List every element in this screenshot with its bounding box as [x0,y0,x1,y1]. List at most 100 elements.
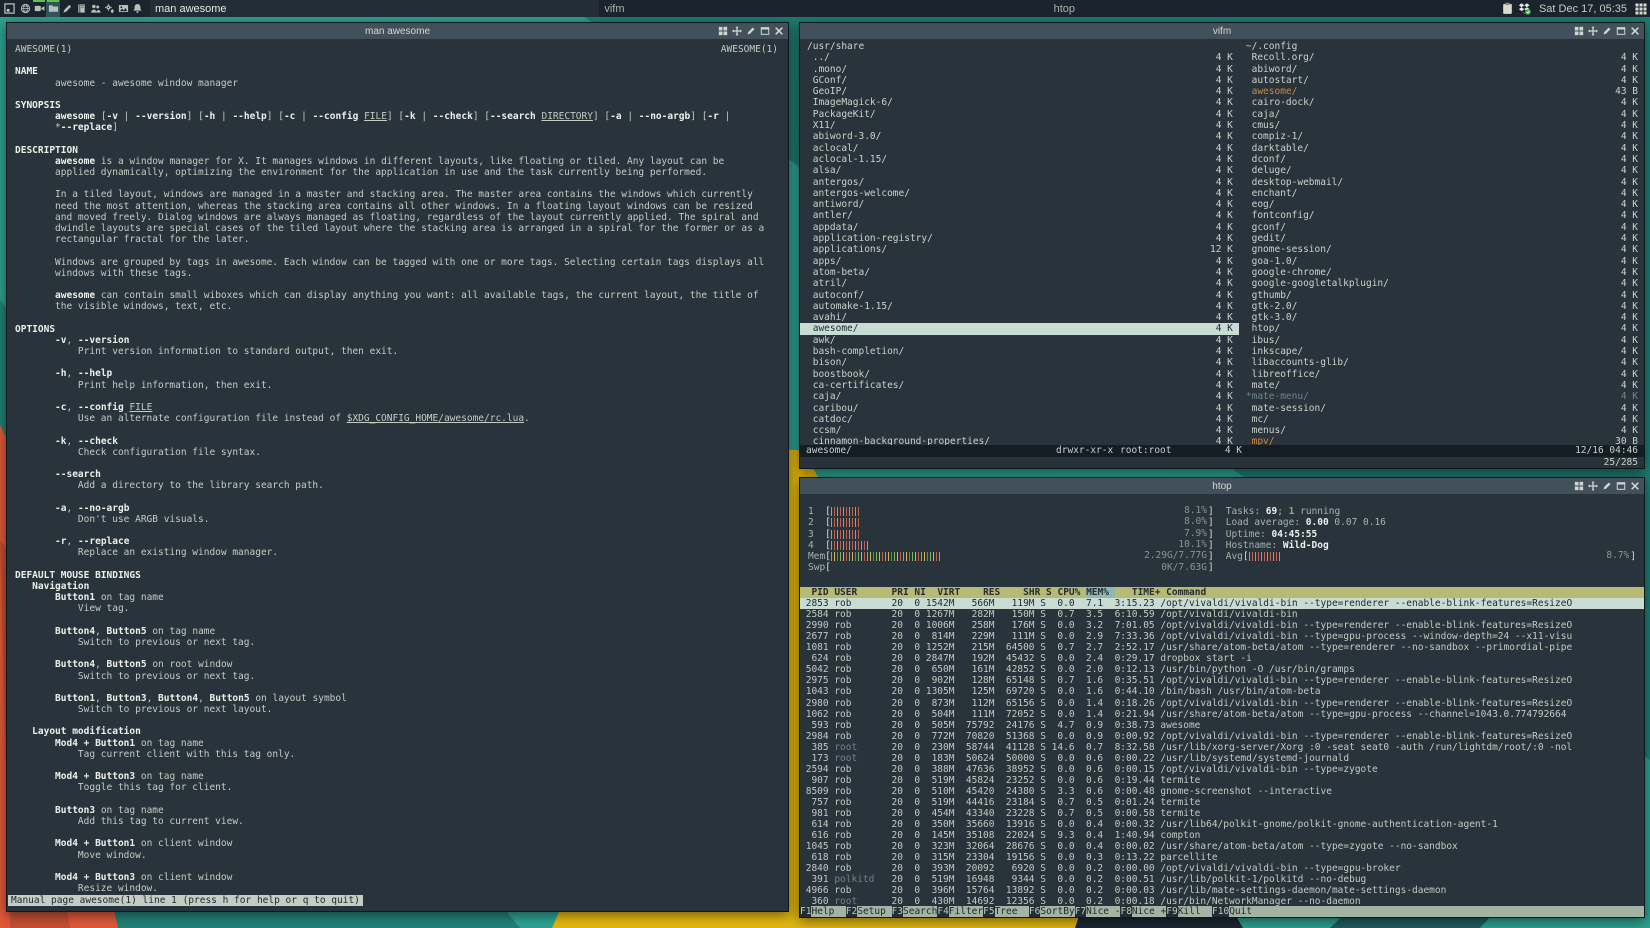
tag-globe[interactable] [18,0,32,17]
file-row[interactable]: ../4 K [800,52,1239,63]
close-button[interactable] [1630,26,1640,36]
file-row[interactable]: aclocal-1.15/4 K [800,154,1239,165]
tag-folder[interactable] [46,0,60,17]
file-row[interactable]: awesome/43 B [1239,86,1644,97]
process-row[interactable]: 2990 rob 20 0 1006M 258M 176M S 0.0 3.2 … [800,620,1644,631]
file-row[interactable]: applications/12 K [800,244,1239,255]
file-row[interactable]: abiword-3.0/4 K [800,131,1239,142]
fkey-f2[interactable]: F2 Setup [846,905,892,917]
file-row[interactable]: mpv/30 B [1239,436,1644,445]
fkey-f5[interactable]: F5 Tree [983,905,1029,917]
file-row[interactable]: avahi/4 K [800,312,1239,323]
fkey-f7[interactable]: F7 Nice - [1075,905,1121,917]
file-row[interactable]: inkscape/4 K [1239,346,1644,357]
column-header-pid[interactable]: PID [800,587,834,598]
process-row[interactable]: 2840 rob 20 0 393M 20092 6920 S 0.0 0.2 … [800,863,1644,874]
column-header-mem[interactable]: MEM% [1086,586,1115,599]
file-row[interactable]: deluge/4 K [1239,165,1644,176]
ontop-button[interactable] [732,26,742,36]
process-row[interactable]: 173 root 20 0 183M 50624 50000 S 0.0 0.6… [800,753,1644,764]
tag-book[interactable] [74,0,88,17]
file-row[interactable]: goa-1.0/4 K [1239,256,1644,267]
process-row[interactable]: 616 rob 20 0 145M 35108 22024 S 9.3 0.4 … [800,830,1644,841]
file-row[interactable]: Recoll.org/4 K [1239,52,1644,63]
tag-gears[interactable] [102,0,116,17]
file-row[interactable]: GConf/4 K [800,75,1239,86]
file-row[interactable]: alsa/4 K [800,165,1239,176]
file-row[interactable]: darktable/4 K [1239,143,1644,154]
file-row[interactable]: aclocal/4 K [800,143,1239,154]
tag-pencil[interactable] [60,0,74,17]
taskbar-item[interactable]: htop [1049,0,1498,17]
file-row[interactable]: atril/4 K [800,278,1239,289]
fkey-f1[interactable]: F1 Help [800,905,846,917]
file-row[interactable]: caja/4 K [1239,109,1644,120]
file-row[interactable]: eog/4 K [1239,199,1644,210]
file-row[interactable]: libreoffice/4 K [1239,369,1644,380]
column-header-virt[interactable]: VIRT [932,587,966,598]
sticky-button[interactable] [1602,481,1612,491]
process-row[interactable]: 618 rob 20 0 315M 23304 19156 S 0.0 0.3 … [800,852,1644,863]
dropbox-icon[interactable] [1518,2,1531,15]
file-row[interactable]: antergos-welcome/4 K [800,188,1239,199]
file-row[interactable]: gconf/4 K [1239,222,1644,233]
awesome-menu-icon[interactable] [0,0,18,17]
close-button[interactable] [774,26,784,36]
process-row[interactable]: 1043 rob 20 0 1305M 125M 69720 S 0.0 1.6… [800,686,1644,697]
file-row[interactable]: application-registry/4 K [800,233,1239,244]
file-row[interactable]: awk/4 K [800,335,1239,346]
column-header-pri[interactable]: PRI [892,587,915,598]
file-row[interactable]: *mate-menu/4 K [1239,391,1644,402]
file-row[interactable]: cinnamon-background-properties/4 K [800,436,1239,445]
file-row[interactable]: fontconfig/4 K [1239,210,1644,221]
file-row[interactable]: boostbook/4 K [800,369,1239,380]
fkey-f3[interactable]: F3 Search [892,905,938,917]
process-row[interactable]: 2584 rob 20 0 1267M 282M 150M S 0.7 3.5 … [800,609,1644,620]
file-row[interactable]: ccsm/4 K [800,425,1239,436]
process-row[interactable]: 624 rob 20 0 2847M 192M 45432 S 0.0 2.4 … [800,653,1644,664]
maximize-button[interactable] [760,26,770,36]
column-header-s[interactable]: S [1046,587,1057,598]
ontop-button[interactable] [1588,481,1598,491]
layout-indicator-icon[interactable] [1632,0,1650,17]
file-row[interactable]: enchant/4 K [1239,188,1644,199]
file-row[interactable]: cairo-dock/4 K [1239,97,1644,108]
file-row[interactable]: appdata/4 K [800,222,1239,233]
file-row[interactable]: antler/4 K [800,210,1239,221]
process-row[interactable]: 1081 rob 20 0 1252M 215M 64500 S 0.7 2.7… [800,642,1644,653]
file-row[interactable]: caja/4 K [800,391,1239,402]
file-row[interactable]: desktop-webmail/4 K [1239,177,1644,188]
process-row[interactable]: 4966 rob 20 0 396M 15764 13892 S 0.0 0.2… [800,885,1644,896]
sticky-button[interactable] [1602,26,1612,36]
file-row[interactable]: ca-certificates/4 K [800,380,1239,391]
file-row[interactable]: automake-1.15/4 K [800,301,1239,312]
column-header-ni[interactable]: NI [914,587,931,598]
file-row[interactable]: antergos/4 K [800,177,1239,188]
file-row[interactable]: autoconf/4 K [800,290,1239,301]
tag-image[interactable] [116,0,130,17]
file-row[interactable]: google-googletalkplugin/4 K [1239,278,1644,289]
file-row[interactable]: caribou/4 K [800,403,1239,414]
file-row[interactable]: apps/4 K [800,256,1239,267]
process-row[interactable]: 2677 rob 20 0 814M 229M 111M S 0.0 2.9 7… [800,631,1644,642]
file-row[interactable]: gthumb/4 K [1239,290,1644,301]
file-row[interactable]: atom-beta/4 K [800,267,1239,278]
column-header-time[interactable]: TIME+ [1115,587,1166,598]
file-row[interactable]: catdoc/4 K [800,414,1239,425]
process-row[interactable]: 757 rob 20 0 519M 44416 23184 S 0.7 0.5 … [800,797,1644,808]
process-row[interactable]: 2853 rob 20 0 1542M 566M 119M S 0.0 7.1 … [800,598,1644,610]
process-row[interactable]: 981 rob 20 0 454M 43340 23228 S 0.7 0.5 … [800,808,1644,819]
file-row[interactable]: ibus/4 K [1239,335,1644,346]
process-row[interactable]: 5042 rob 20 0 650M 161M 42852 S 0.0 2.0 … [800,664,1644,675]
column-header-command[interactable]: Command [1166,587,1206,598]
maximize-button[interactable] [1616,26,1626,36]
file-row[interactable]: google-chrome/4 K [1239,267,1644,278]
file-row[interactable]: mc/4 K [1239,414,1644,425]
tag-bell[interactable] [130,0,144,17]
file-row[interactable]: dconf/4 K [1239,154,1644,165]
file-row[interactable]: mate-session/4 K [1239,403,1644,414]
file-row[interactable]: libaccounts-glib/4 K [1239,357,1644,368]
taskbar-item[interactable]: vifm [599,0,1048,17]
process-row[interactable]: 1045 rob 20 0 323M 32064 28676 S 0.0 0.4… [800,841,1644,852]
process-row[interactable]: 2980 rob 20 0 873M 112M 65156 S 0.0 1.4 … [800,698,1644,709]
